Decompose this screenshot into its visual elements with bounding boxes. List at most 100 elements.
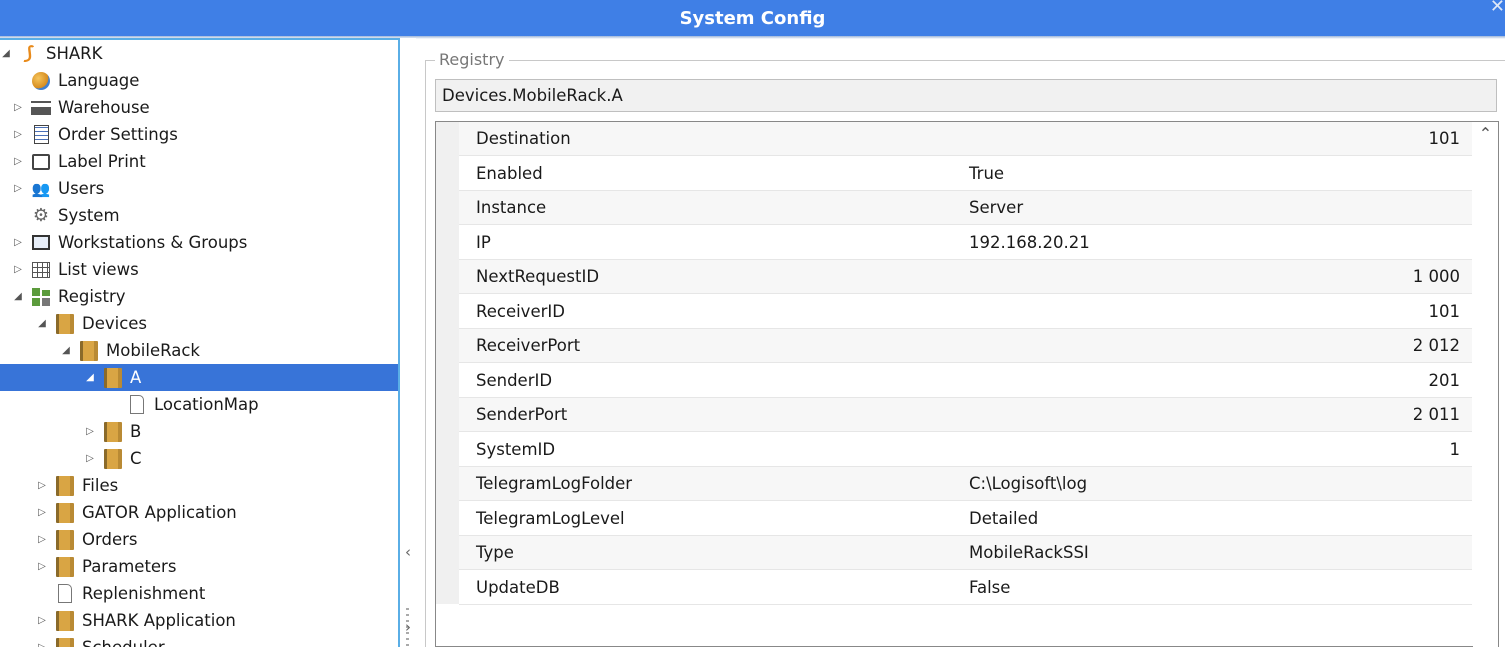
folder-icon — [104, 448, 122, 469]
property-row-nextrequestid[interactable]: NextRequestID 1 000 — [459, 260, 1472, 294]
tree-item-language[interactable]: Language — [0, 67, 398, 94]
property-name: Type — [476, 543, 514, 562]
property-value[interactable]: 192.168.20.21 — [969, 233, 1090, 252]
property-value[interactable]: 1 000 — [1413, 267, 1460, 286]
expand-arrow-icon[interactable]: ▷ — [36, 561, 48, 572]
tree-item-registry[interactable]: ◢ Registry — [0, 283, 398, 310]
tree-item-label: Label Print — [58, 152, 146, 171]
property-row-enabled[interactable]: Enabled True — [459, 156, 1472, 191]
tree-item-label: List views — [58, 260, 139, 279]
expand-arrow-icon[interactable]: ▷ — [84, 453, 96, 464]
tree-item-label: GATOR Application — [82, 503, 237, 522]
property-row-instance[interactable]: Instance Server — [459, 191, 1472, 225]
gear-icon: ⚙ — [32, 205, 50, 226]
expand-arrow-icon[interactable]: ▷ — [36, 480, 48, 491]
property-value[interactable]: 2 012 — [1413, 336, 1460, 355]
tree-item-scheduler[interactable]: ▷ Scheduler — [0, 634, 398, 647]
tree-item-warehouse[interactable]: ▷ Warehouse — [0, 94, 398, 121]
property-name: SystemID — [476, 439, 556, 459]
property-value[interactable]: 1 — [1450, 440, 1461, 459]
property-value[interactable]: MobileRackSSI — [969, 543, 1089, 562]
property-value[interactable]: 101 — [1429, 302, 1461, 321]
collapse-arrow-icon[interactable]: ◢ — [84, 372, 96, 383]
property-row-receiverid[interactable]: ReceiverID 101 — [459, 294, 1472, 329]
property-row-senderport[interactable]: SenderPort 2 011 — [459, 398, 1472, 432]
property-name: ReceiverPort — [476, 336, 581, 355]
tree-icon-wrap — [30, 152, 52, 172]
tree-item-label-print[interactable]: ▷ Label Print — [0, 148, 398, 175]
tree-item-label: Orders — [82, 530, 138, 549]
tree-item-b[interactable]: ▷ B — [0, 418, 398, 445]
property-value[interactable]: False — [969, 578, 1010, 597]
property-value[interactable]: True — [969, 164, 1004, 183]
property-row-receiverport[interactable]: ReceiverPort 2 012 — [459, 329, 1472, 363]
property-grid-scrollbar[interactable]: ⌃ — [1473, 122, 1498, 647]
property-value[interactable]: Server — [969, 198, 1023, 217]
tree-item-c[interactable]: ▷ C — [0, 445, 398, 472]
expand-arrow-icon[interactable]: ▷ — [12, 129, 24, 140]
property-row-telegramloglevel[interactable]: TelegramLogLevel Detailed — [459, 501, 1472, 536]
property-name: IP — [476, 232, 491, 252]
tree-item-users[interactable]: ▷ 👥 Users — [0, 175, 398, 202]
tree-item-devices[interactable]: ◢ Devices — [0, 310, 398, 337]
tree-item-shark-application[interactable]: ▷ SHARK Application — [0, 607, 398, 634]
tree-item-label: Parameters — [82, 557, 177, 576]
expand-arrow-icon[interactable]: ▷ — [36, 615, 48, 626]
collapse-left-icon[interactable]: ‹ — [402, 543, 414, 561]
expand-arrow-icon[interactable]: ▷ — [12, 102, 24, 113]
property-value[interactable]: 101 — [1429, 129, 1461, 148]
tree-item-gator-application[interactable]: ▷ GATOR Application — [0, 499, 398, 526]
close-icon[interactable]: ✕ — [1479, 0, 1505, 20]
property-row-ip[interactable]: IP 192.168.20.21 — [459, 225, 1472, 260]
collapse-arrow-icon[interactable]: ◢ — [0, 48, 12, 59]
property-value[interactable]: Detailed — [969, 509, 1038, 528]
tree-item-list-views[interactable]: ▷ List views — [0, 256, 398, 283]
tree-item-workstations-groups[interactable]: ▷ Workstations & Groups — [0, 229, 398, 256]
expand-arrow-icon[interactable]: ▷ — [36, 534, 48, 545]
expand-arrow-icon[interactable]: ▷ — [84, 426, 96, 437]
tree-icon-wrap — [54, 637, 76, 647]
expand-arrow-icon[interactable]: ▷ — [12, 264, 24, 275]
collapse-arrow-icon[interactable]: ◢ — [36, 318, 48, 329]
tree-item-locationmap[interactable]: LocationMap — [0, 391, 398, 418]
document-icon — [58, 584, 72, 603]
property-row-destination[interactable]: Destination 101 — [459, 122, 1472, 156]
tree-item-label: B — [130, 422, 142, 441]
expand-arrow-icon[interactable]: ▷ — [12, 237, 24, 248]
property-value[interactable]: C:\Logisoft\log — [969, 474, 1087, 493]
property-value[interactable]: 2 011 — [1413, 405, 1460, 424]
tree-item-order-settings[interactable]: ▷ Order Settings — [0, 121, 398, 148]
tree-item-a[interactable]: ◢ A — [0, 364, 398, 391]
pane-splitter[interactable]: ‹ › — [400, 38, 416, 647]
property-row-senderid[interactable]: SenderID 201 — [459, 363, 1472, 398]
expand-right-icon[interactable]: › — [402, 618, 414, 636]
tree-item-files[interactable]: ▷ Files — [0, 472, 398, 499]
property-row-updatedb[interactable]: UpdateDB False — [459, 570, 1472, 605]
property-grid-row-header — [436, 122, 459, 604]
registry-path-field[interactable]: Devices.MobileRack.A — [435, 79, 1497, 112]
tree-item-parameters[interactable]: ▷ Parameters — [0, 553, 398, 580]
expand-arrow-icon[interactable]: ▷ — [12, 183, 24, 194]
tree-icon-wrap: ⚙ — [30, 205, 52, 226]
tree-item-system[interactable]: ⚙ System — [0, 202, 398, 229]
tree-item-shark[interactable]: ◢ ⟆ SHARK — [0, 40, 398, 67]
property-row-type[interactable]: Type MobileRackSSI — [459, 536, 1472, 570]
tree-item-replenishment[interactable]: Replenishment — [0, 580, 398, 607]
property-row-systemid[interactable]: SystemID 1 — [459, 432, 1472, 467]
tree-icon-wrap — [78, 340, 100, 361]
tree-item-orders[interactable]: ▷ Orders — [0, 526, 398, 553]
property-value[interactable]: 201 — [1429, 371, 1461, 390]
expand-arrow-icon[interactable]: ▷ — [36, 507, 48, 518]
folder-icon — [56, 610, 74, 631]
window-title: System Config — [679, 7, 826, 29]
collapse-arrow-icon[interactable]: ◢ — [12, 291, 24, 302]
tree-item-label: LocationMap — [154, 395, 259, 414]
scroll-up-icon[interactable]: ⌃ — [1473, 124, 1498, 143]
factory-icon — [31, 100, 51, 115]
property-row-telegramlogfolder[interactable]: TelegramLogFolder C:\Logisoft\log — [459, 467, 1472, 501]
expand-arrow-icon[interactable]: ▷ — [36, 642, 48, 647]
collapse-arrow-icon[interactable]: ◢ — [60, 345, 72, 356]
tree-item-mobilerack[interactable]: ◢ MobileRack — [0, 337, 398, 364]
navigation-tree[interactable]: ◢ ⟆ SHARK Language ▷ Warehouse ▷ Order Settings… — [0, 38, 400, 647]
expand-arrow-icon[interactable]: ▷ — [12, 156, 24, 167]
